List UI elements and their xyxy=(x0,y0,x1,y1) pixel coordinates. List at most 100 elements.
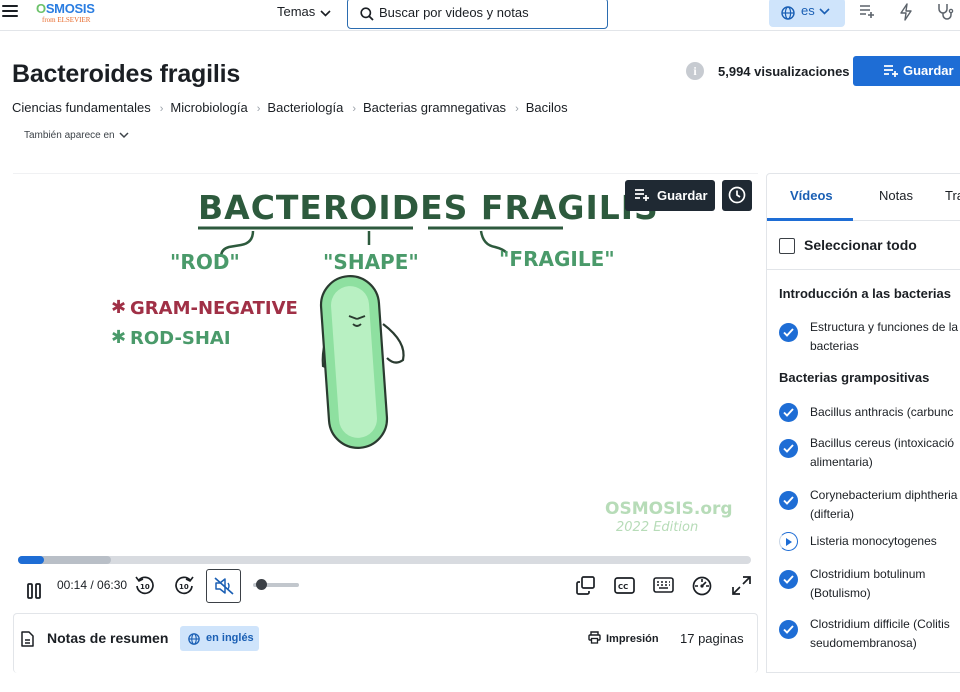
play-circle-icon xyxy=(779,532,798,551)
language-badge: en inglés xyxy=(180,626,259,651)
volume-slider[interactable] xyxy=(253,579,299,590)
playback-speed-icon[interactable] xyxy=(692,576,712,596)
summary-notes-title[interactable]: Notas de resumen xyxy=(47,630,168,646)
section-heading[interactable]: Bacterias grampositivas xyxy=(779,370,929,385)
video-save-button[interactable]: Guardar xyxy=(625,180,715,211)
save-button[interactable]: Guardar xyxy=(853,56,960,86)
closed-captions-icon[interactable]: CC xyxy=(614,577,635,594)
chevron-right-icon: › xyxy=(256,103,261,115)
duration: 06:30 xyxy=(97,578,128,592)
breadcrumb-item[interactable]: Microbiología xyxy=(170,100,247,115)
watermark: OSMOSIS.org xyxy=(605,499,733,519)
select-all-label[interactable]: Seleccionar todo xyxy=(779,237,917,253)
chevron-down-icon xyxy=(119,132,129,139)
check-circle-icon xyxy=(779,403,798,422)
watermark-edition: 2022 Edition xyxy=(616,520,698,535)
video-title-art: BACTEROIDES FRAGILIS xyxy=(198,188,659,227)
svg-text:✱: ✱ xyxy=(111,327,126,348)
mute-button[interactable] xyxy=(206,569,241,603)
search-input[interactable]: Buscar por videos y notas xyxy=(347,0,608,29)
chevron-down-icon xyxy=(819,8,830,15)
rod-label: "ROD" xyxy=(170,250,240,274)
osmosis-logo[interactable]: OSMOSIS from ELSEVIER xyxy=(36,0,116,28)
playlist-icon[interactable] xyxy=(859,3,875,19)
shape-label: "SHAPE" xyxy=(323,250,419,274)
logo-tagline: from ELSEVIER xyxy=(42,16,91,24)
chevron-right-icon: › xyxy=(159,103,164,115)
check-circle-icon xyxy=(779,439,798,458)
save-button-label: Guardar xyxy=(903,63,954,78)
list-item-label: Clostridium difficile (Colitis seudomembr… xyxy=(810,617,950,650)
volume-slider-handle[interactable] xyxy=(255,579,267,590)
topics-menu-label: Temas xyxy=(277,4,316,19)
playlist-add-icon xyxy=(635,189,649,201)
document-icon xyxy=(21,631,34,647)
hamburger-menu-icon[interactable] xyxy=(2,2,18,18)
chevron-right-icon: › xyxy=(352,103,356,115)
also-appears-in-dropdown[interactable]: También aparece en xyxy=(24,130,129,141)
also-appears-label: También aparece en xyxy=(24,130,115,141)
video-progress-bar[interactable] xyxy=(18,556,751,564)
page-title: Bacteroides fragilis xyxy=(12,60,241,88)
playlist-panel: Vídeos Notas Tra Seleccionar todo Introd… xyxy=(766,173,960,673)
tab-transcript[interactable]: Tra xyxy=(945,188,960,203)
video-player[interactable]: BACTEROIDES FRAGILIS "ROD" "SHAPE" "FRAG… xyxy=(13,173,758,605)
active-tab-indicator xyxy=(767,218,853,221)
chevron-down-icon xyxy=(320,10,331,17)
panel-tabs: Vídeos Notas Tra xyxy=(767,174,960,221)
keyboard-shortcuts-icon[interactable] xyxy=(653,577,674,593)
video-frame-illustration: BACTEROIDES FRAGILIS "ROD" "SHAPE" "FRAG… xyxy=(111,188,733,535)
topics-menu-button[interactable]: Temas xyxy=(277,4,331,19)
video-save-label: Guardar xyxy=(657,188,708,203)
rod-shai-label: ROD-SHAI xyxy=(130,328,231,349)
fragile-label: "FRAGILE" xyxy=(499,247,615,271)
rewind-10-icon[interactable]: 10 xyxy=(135,575,155,595)
pause-icon[interactable] xyxy=(27,577,41,605)
fullscreen-icon[interactable] xyxy=(732,576,751,595)
breadcrumb-item[interactable]: Ciencias fundamentales xyxy=(12,100,151,115)
list-item-label: Bacillus cereus (intoxicació alimentaria) xyxy=(810,436,955,469)
divider xyxy=(767,269,960,270)
check-circle-icon xyxy=(779,620,798,639)
language-selector[interactable]: es xyxy=(769,0,845,27)
current-time: 00:14 xyxy=(57,578,88,592)
language-code: es xyxy=(801,3,815,18)
check-circle-icon xyxy=(779,323,798,342)
svg-text:10: 10 xyxy=(179,583,189,591)
globe-icon xyxy=(781,6,795,20)
svg-text:CC: CC xyxy=(618,583,628,591)
stethoscope-icon[interactable] xyxy=(936,3,954,21)
tab-videos[interactable]: Vídeos xyxy=(790,188,833,203)
volume-muted-icon xyxy=(214,577,234,595)
played-bar xyxy=(18,556,45,564)
list-item-label: Corynebacterium diphtheria (difteria) xyxy=(810,488,958,521)
breadcrumb-item[interactable]: Bacilos xyxy=(526,100,568,115)
flash-icon[interactable] xyxy=(899,3,913,21)
print-button[interactable]: Impresión xyxy=(588,631,659,645)
svg-text:✱: ✱ xyxy=(111,297,126,318)
list-item-label: Estructura y funciones de la bacterias xyxy=(810,320,959,353)
search-icon xyxy=(360,7,374,21)
gram-negative-label: GRAM-NEGATIVE xyxy=(130,298,298,319)
view-count: 5,994 visualizaciones xyxy=(718,64,850,79)
tab-notes[interactable]: Notas xyxy=(879,188,913,203)
list-item-label: Listeria monocytogenes xyxy=(810,534,937,548)
list-item-label: Clostridium botulinum (Botulismo) xyxy=(810,567,926,600)
breadcrumb-item[interactable]: Bacteriología xyxy=(267,100,343,115)
search-placeholder: Buscar por videos y notas xyxy=(379,5,529,20)
breadcrumb-item[interactable]: Bacterias gramnegativas xyxy=(363,100,506,115)
section-heading[interactable]: Introducción a las bacterias xyxy=(779,286,951,301)
chevron-right-icon: › xyxy=(515,103,519,115)
watch-later-button[interactable] xyxy=(722,180,752,211)
svg-text:10: 10 xyxy=(140,583,150,591)
picture-in-picture-icon[interactable] xyxy=(576,576,595,595)
top-navigation-bar: OSMOSIS from ELSEVIER Temas Buscar por v… xyxy=(0,0,960,31)
clock-icon xyxy=(728,186,746,204)
logo-wordmark: OSMOSIS xyxy=(36,1,95,16)
time-display: 00:14 / 06:30 xyxy=(57,578,128,592)
check-circle-icon xyxy=(779,491,798,510)
page-count: 17 paginas xyxy=(680,631,744,646)
info-icon[interactable]: i xyxy=(686,62,704,80)
forward-10-icon[interactable]: 10 xyxy=(174,575,194,595)
playlist-add-icon xyxy=(884,65,898,77)
